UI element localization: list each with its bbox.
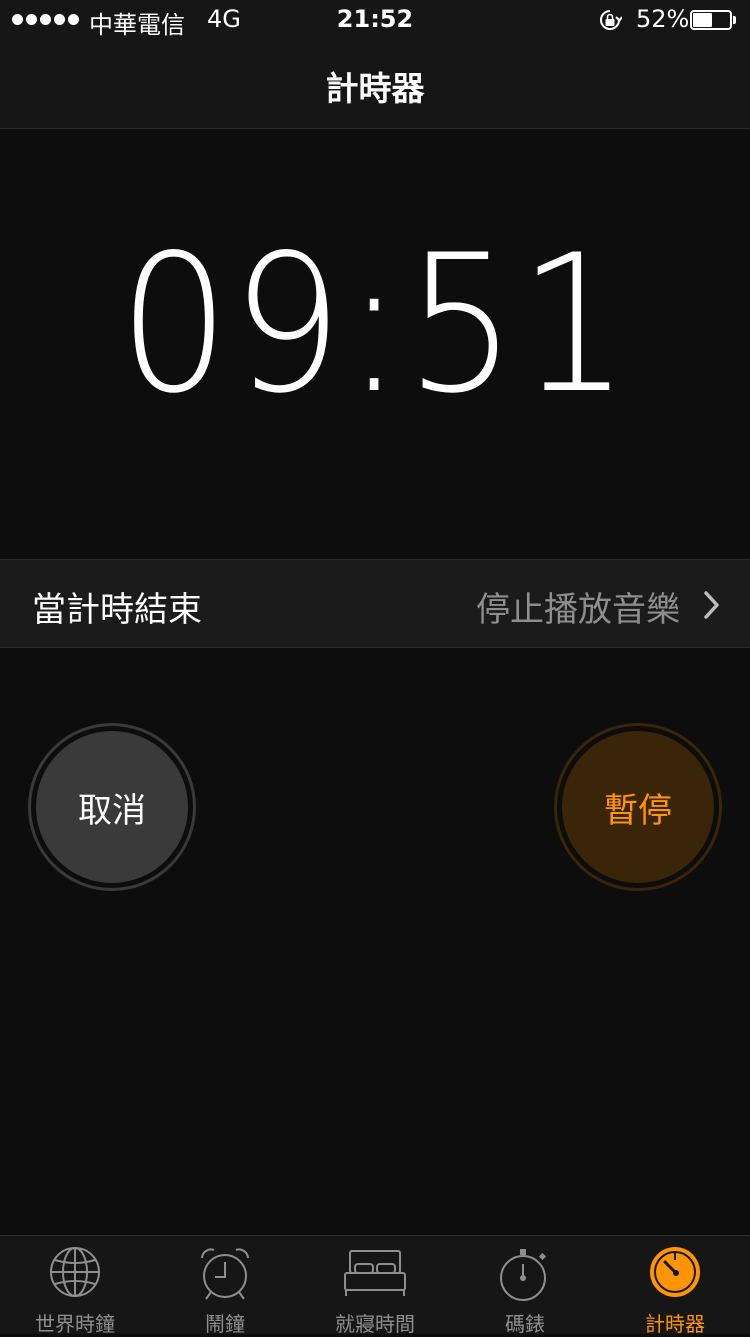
tab-bar: 世界時鐘 鬧鐘 就寢時間 碼錶 計時器	[0, 1235, 750, 1336]
battery-percentage: 52%	[636, 5, 690, 33]
when-timer-ends-row[interactable]: 當計時結束 停止播放音樂	[0, 559, 750, 648]
battery-icon	[690, 10, 736, 30]
timer-icon	[650, 1247, 700, 1297]
stopwatch-icon	[500, 1249, 547, 1301]
when-timer-ends-value: 停止播放音樂	[476, 590, 680, 630]
status-bar: 中華電信 4G 21:52 52%	[0, 0, 750, 40]
tab-alarm-label: 鬧鐘	[205, 1312, 245, 1336]
tab-alarm[interactable]: 鬧鐘	[150, 1236, 300, 1336]
tab-bedtime-label: 就寢時間	[335, 1312, 415, 1336]
tab-timer-label: 計時器	[645, 1312, 705, 1336]
pause-button[interactable]: 暫停	[554, 723, 722, 891]
bed-icon	[344, 1250, 406, 1296]
cancel-button-label: 取消	[36, 731, 188, 883]
tab-stopwatch-label: 碼錶	[505, 1312, 545, 1336]
pause-button-label: 暫停	[562, 731, 714, 883]
chevron-right-icon	[704, 591, 719, 619]
tab-bedtime[interactable]: 就寢時間	[300, 1236, 450, 1336]
rotation-lock-icon	[600, 10, 622, 30]
cancel-button[interactable]: 取消	[28, 723, 196, 891]
page-title: 計時器	[325, 69, 425, 108]
tab-world-clock[interactable]: 世界時鐘	[0, 1236, 150, 1336]
alarm-clock-icon	[201, 1248, 249, 1300]
tab-timer[interactable]: 計時器	[600, 1236, 750, 1336]
when-timer-ends-label: 當計時結束	[32, 590, 202, 630]
tab-stopwatch[interactable]: 碼錶	[450, 1236, 600, 1336]
globe-icon	[50, 1247, 100, 1297]
navigation-bar: 計時器	[0, 40, 750, 129]
timer-countdown: 09:51	[118, 214, 632, 435]
tab-world-clock-label: 世界時鐘	[35, 1312, 115, 1336]
